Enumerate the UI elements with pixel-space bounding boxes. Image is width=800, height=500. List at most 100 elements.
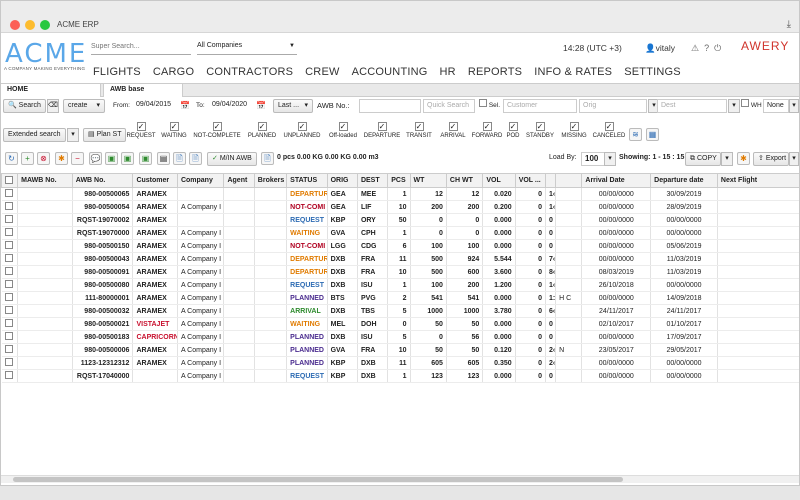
row-checkbox[interactable]	[4, 254, 13, 262]
nav-flights[interactable]: FLIGHTS	[93, 66, 141, 78]
cell-cb[interactable]	[1, 369, 19, 383]
select-all-header[interactable]	[1, 173, 19, 188]
table-row[interactable]: 980-00500080 ARAMEX A Company I REQUEST DXB I…	[1, 278, 799, 292]
col-company[interactable]: Company	[176, 173, 225, 188]
status-canceled[interactable]: ✓ CANCELED	[591, 122, 627, 139]
document-icon[interactable]: 🗎	[261, 152, 274, 165]
period-select[interactable]: Last ... ▾	[273, 99, 313, 113]
table-row[interactable]: 980-00500183 CAPRICORN A Company I PLANNED D…	[1, 330, 799, 344]
col-extra-2[interactable]	[555, 173, 583, 188]
nav-cargo[interactable]: CARGO	[153, 66, 194, 78]
row-checkbox[interactable]	[4, 228, 13, 236]
status-check[interactable]: ✓	[136, 122, 146, 131]
status-not-complete[interactable]: ✓ NOT-COMPLETE	[191, 122, 243, 139]
cell-cb[interactable]	[1, 343, 19, 357]
table-row[interactable]: 980-00500065 ARAMEX DEPARTUR GEA MEE 1 12 12 0.0…	[1, 187, 799, 201]
row-checkbox[interactable]	[4, 371, 13, 379]
cell-cb[interactable]	[1, 200, 19, 214]
asterisk-icon[interactable]: ✱	[737, 152, 750, 165]
money-icon[interactable]: ▣	[105, 152, 118, 165]
table-row[interactable]: 980-00500091 ARAMEX A Company I DEPARTUR DXB…	[1, 265, 799, 279]
cell-cb[interactable]	[1, 304, 19, 318]
close-window-icon[interactable]	[10, 20, 20, 30]
col-pcs[interactable]: PCS	[387, 173, 411, 188]
col-status[interactable]: STATUS	[286, 173, 328, 188]
delete-icon[interactable]: ⊗	[37, 152, 50, 165]
nav-hr[interactable]: HR	[440, 66, 456, 78]
col-dest[interactable]: DEST	[356, 173, 389, 188]
help-icon[interactable]: ?	[704, 43, 714, 53]
cell-cb[interactable]	[1, 330, 19, 344]
sel-checkbox[interactable]: Sel.	[479, 99, 500, 113]
calendar-icon[interactable]: 📅	[256, 99, 266, 113]
col-arrival-date[interactable]: Arrival Date	[581, 173, 652, 188]
mawb-button[interactable]: ✓ M/IN AWB	[207, 152, 257, 166]
col-vol-extra[interactable]: VOL ...	[514, 173, 547, 188]
cell-cb[interactable]	[1, 252, 19, 266]
table-row[interactable]: 1123-12312312 ARAMEX A Company I PLANNED KBP…	[1, 356, 799, 370]
col-departure-date[interactable]: Departure date	[650, 173, 718, 188]
table-row[interactable]: 980-00500021 VISTAJET A Company I WAITING ME…	[1, 317, 799, 331]
status-transit[interactable]: ✓ TRANSIT	[403, 122, 435, 139]
none-select[interactable]: None	[763, 99, 789, 113]
customer-input[interactable]: Customer	[503, 99, 577, 113]
export-dropdown-icon[interactable]: ▾	[789, 152, 799, 166]
orig-input[interactable]: Orig	[579, 99, 647, 113]
status-arrival[interactable]: ✓ ARRIVAL	[437, 122, 469, 139]
refresh-icon[interactable]: ↻	[5, 152, 18, 165]
row-checkbox[interactable]	[4, 202, 13, 210]
status-request[interactable]: ✓ REQUEST	[125, 122, 157, 139]
asterisk-icon[interactable]: ✱	[55, 152, 68, 165]
status-unplanned[interactable]: ✓ UNPLANNED	[281, 122, 323, 139]
status-check[interactable]: ✓	[448, 122, 458, 131]
tab-home[interactable]: HOME	[1, 84, 101, 97]
add-icon[interactable]: +	[21, 152, 34, 165]
table-row[interactable]: RQST-19070000 ARAMEX A Company I WAITING GVA…	[1, 226, 799, 240]
nav-info-rates[interactable]: INFO & RATES	[534, 66, 612, 78]
cell-cb[interactable]	[1, 226, 19, 240]
col-next-flight[interactable]: Next Flight	[716, 173, 799, 188]
nav-accounting[interactable]: ACCOUNTING	[352, 66, 428, 78]
status-check[interactable]: ✓	[414, 122, 424, 131]
table-row[interactable]: 980-00500150 ARAMEX A Company I NOT-COMI LGG…	[1, 239, 799, 253]
money-icon[interactable]: ▣	[121, 152, 134, 165]
money-icon[interactable]: ▣	[139, 152, 152, 165]
status-waiting[interactable]: ✓ WAITING	[159, 122, 189, 139]
minimize-window-icon[interactable]	[25, 20, 35, 30]
row-checkbox[interactable]	[4, 306, 13, 314]
dest-input[interactable]: Dest	[657, 99, 727, 113]
copy-button[interactable]: ⧉ COPY	[685, 152, 721, 166]
col-agent[interactable]: Agent	[223, 173, 255, 188]
nav-reports[interactable]: REPORTS	[468, 66, 522, 78]
col-extra-1[interactable]	[545, 173, 557, 188]
comment-icon[interactable]: 💬	[89, 152, 102, 165]
tab-awb-base[interactable]: AWB base	[103, 84, 183, 97]
cell-cb[interactable]	[1, 239, 19, 253]
cell-cb[interactable]	[1, 213, 19, 227]
cell-cb[interactable]	[1, 356, 19, 370]
wh-check[interactable]	[741, 99, 749, 107]
col-orig[interactable]: ORIG	[326, 173, 358, 188]
row-checkbox[interactable]	[4, 293, 13, 301]
row-checkbox[interactable]	[4, 215, 13, 223]
status-missing[interactable]: ✓ MISSING	[559, 122, 589, 139]
load-by-select[interactable]: 100	[581, 152, 605, 166]
warning-icon[interactable]: ⚠	[691, 43, 704, 53]
col-chwt[interactable]: CH WT	[445, 173, 484, 188]
super-search-input[interactable]	[91, 39, 191, 55]
search-button[interactable]: 🔍 Search	[3, 99, 46, 113]
col-mawb[interactable]: MAWB No.	[17, 173, 73, 188]
status-check[interactable]: ✓	[257, 122, 267, 131]
row-checkbox[interactable]	[4, 332, 13, 340]
row-checkbox[interactable]	[4, 241, 13, 249]
status-check[interactable]: ✓	[338, 122, 348, 131]
none-dropdown-icon[interactable]: ▾	[789, 99, 799, 113]
select-all-checkbox[interactable]	[5, 175, 13, 184]
maximize-window-icon[interactable]	[40, 20, 50, 30]
status-check[interactable]: ✓	[169, 122, 179, 131]
table-row[interactable]: 980-00500032 ARAMEX A Company I ARRIVAL DXB T…	[1, 304, 799, 318]
table-row[interactable]: 980-00500006 ARAMEX A Company I PLANNED GVA F…	[1, 343, 799, 357]
status-departure[interactable]: ✓ DEPARTURE	[363, 122, 401, 139]
row-checkbox[interactable]	[4, 358, 13, 366]
col-wt[interactable]: WT	[409, 173, 447, 188]
